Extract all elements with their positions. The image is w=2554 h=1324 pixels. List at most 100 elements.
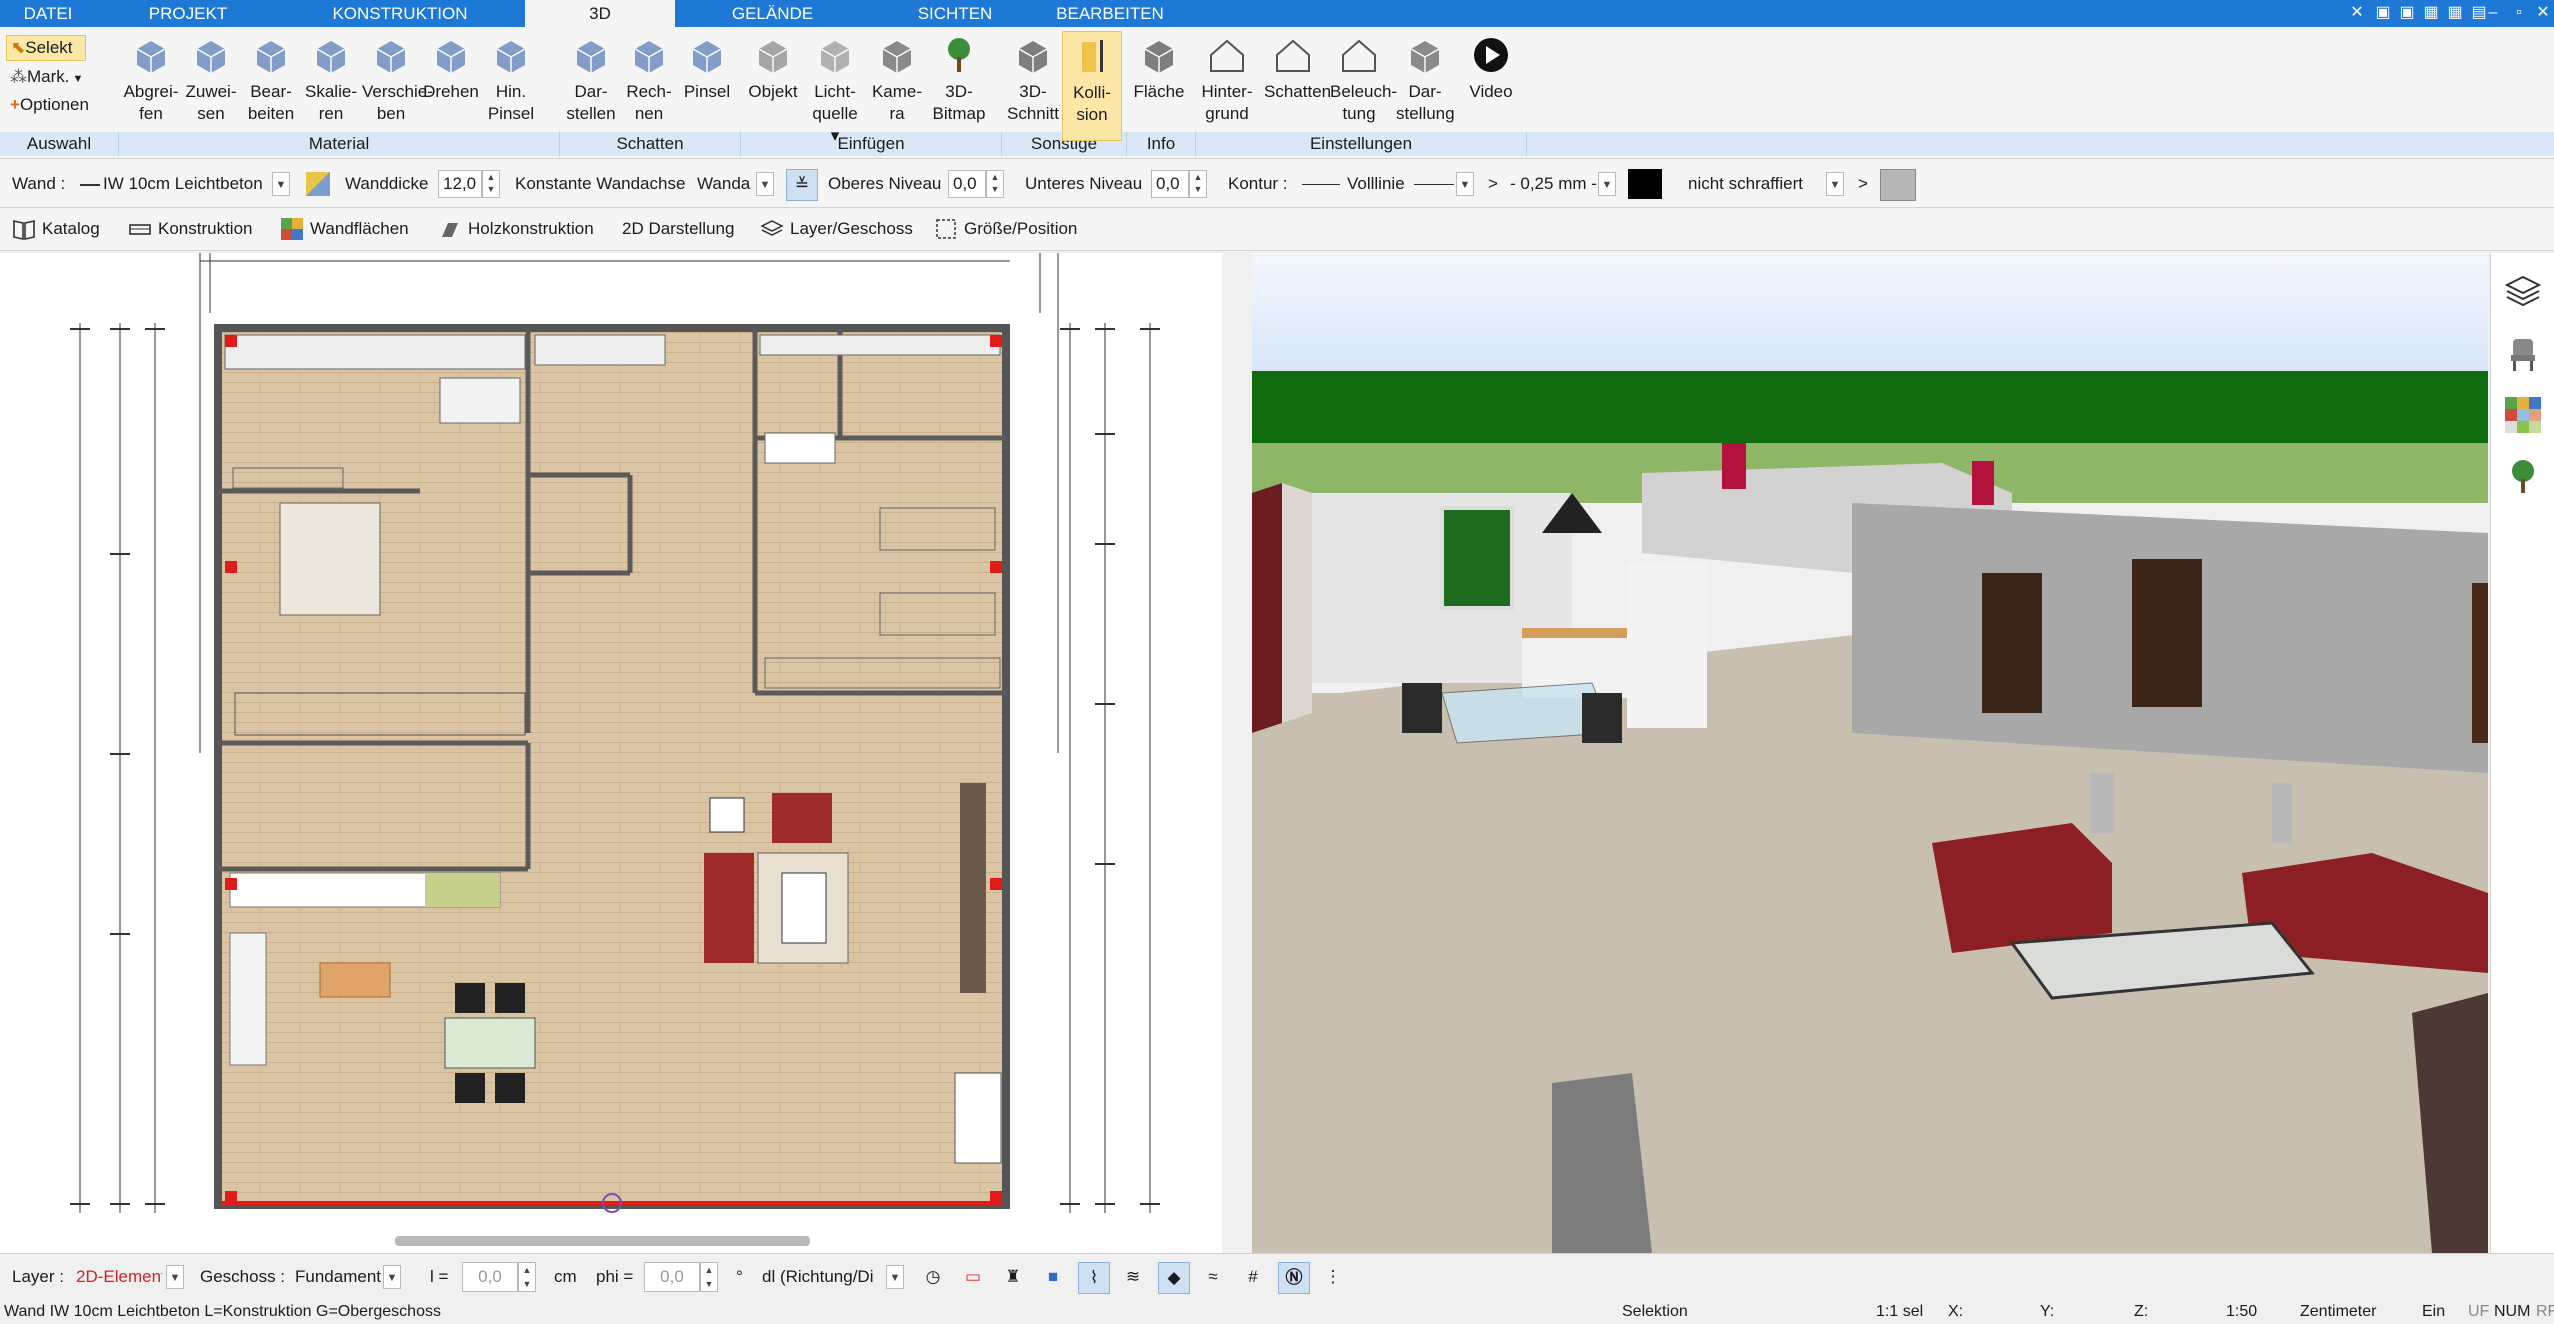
- tree-side-icon[interactable]: [2503, 457, 2543, 497]
- cube-icon[interactable]: ■: [1038, 1262, 1068, 1292]
- tab-2d-darstellung[interactable]: 2D Darstellung: [590, 214, 752, 244]
- status-num: NUM: [2494, 1303, 2531, 1320]
- wand-dropdown[interactable]: ▼: [272, 172, 290, 196]
- app-icon-2[interactable]: ▣: [2396, 2, 2418, 24]
- tab-projekt[interactable]: PROJEKT: [118, 0, 258, 27]
- ribbon-sonstige-button-0[interactable]: 3D- Schnitt: [1004, 31, 1062, 139]
- tab-bearbeiten[interactable]: BEARBEITEN: [1040, 0, 1180, 27]
- linie-next[interactable]: >: [1488, 174, 1498, 194]
- tab-gelaende[interactable]: GELÄNDE: [700, 0, 845, 27]
- ribbon-info-button-0[interactable]: Fläche: [1130, 31, 1188, 139]
- ribbon-einfuegen-button-1[interactable]: Licht-quelle ▾: [806, 31, 864, 145]
- tab-layer-geschoss[interactable]: Layer/Geschoss: [758, 214, 940, 244]
- l-spinner[interactable]: ▲ ▼: [518, 1262, 536, 1292]
- tab-datei[interactable]: DATEI: [0, 0, 96, 27]
- texture-icon[interactable]: ≈: [1198, 1262, 1228, 1292]
- ribbon-material-button-6[interactable]: Hin. Pinsel: [482, 31, 540, 139]
- schraffur-value[interactable]: nicht schraffiert: [1688, 174, 1803, 194]
- wall-axis-icon[interactable]: ≚: [786, 169, 818, 201]
- minimize-icon[interactable]: –: [2482, 2, 2504, 24]
- wanddicke-input[interactable]: 12,0: [438, 170, 482, 198]
- tools-icon[interactable]: ✕: [2346, 2, 2368, 24]
- more-icon[interactable]: ⋮: [1318, 1262, 1348, 1292]
- ribbon-schatten-button-1[interactable]: Rech-nen: [620, 31, 678, 139]
- line-style-icon-2: [1414, 184, 1454, 185]
- furniture-icon[interactable]: ♜: [998, 1262, 1028, 1292]
- phi-spinner[interactable]: ▲ ▼: [700, 1262, 718, 1292]
- ribbon-einstellungen-button-3[interactable]: Dar-stellung: [1396, 31, 1455, 139]
- hatch-icon[interactable]: ≋: [1118, 1262, 1148, 1292]
- clock-icon[interactable]: ◷: [918, 1262, 948, 1292]
- 3d-view[interactable]: [1252, 253, 2488, 1253]
- schraffur-dropdown[interactable]: ▼: [1826, 172, 1844, 196]
- mark-button[interactable]: ⁂Mark. ▼: [6, 65, 96, 89]
- tab-wandflaechen[interactable]: Wandflächen: [278, 214, 450, 244]
- ribbon-einstellungen-button-2[interactable]: Beleuch-tung: [1330, 31, 1397, 139]
- north-icon[interactable]: Ⓝ: [1278, 1262, 1310, 1294]
- app-icon-1[interactable]: ▣: [2372, 2, 2394, 24]
- color-swatch-gray[interactable]: [1880, 169, 1916, 201]
- wanddicke-spinner[interactable]: ▲ ▼: [482, 170, 500, 198]
- app-icon-3[interactable]: ▦: [2420, 2, 2442, 24]
- dl-value[interactable]: dl (Richtung/Di: [762, 1267, 887, 1287]
- ribbon-sonstige-button-1[interactable]: Kolli-sion: [1062, 31, 1122, 141]
- ribbon-einstellungen-button-4[interactable]: Video: [1462, 31, 1520, 139]
- ribbon-material-button-2[interactable]: Bear-beiten: [242, 31, 300, 139]
- tab-3d[interactable]: 3D: [525, 0, 675, 27]
- close-icon[interactable]: ✕: [2532, 2, 2554, 24]
- layer-value[interactable]: 2D-Elemente: [76, 1267, 162, 1287]
- wandachse-value[interactable]: Wandachse: [697, 174, 751, 194]
- oberes-niveau-input[interactable]: 0,0: [948, 170, 986, 198]
- tab-groesse-position[interactable]: Größe/Position: [932, 214, 1114, 244]
- monitor-icon[interactable]: ▭: [958, 1262, 988, 1292]
- chair-side-icon[interactable]: [2503, 333, 2543, 373]
- materials-side-icon[interactable]: [2503, 395, 2543, 435]
- options-button[interactable]: +Optionen: [6, 93, 116, 117]
- grid-icon[interactable]: #: [1238, 1262, 1268, 1292]
- plane-icon[interactable]: ◆: [1158, 1262, 1190, 1294]
- floor-plan-view[interactable]: [0, 253, 1237, 1253]
- ribbon-einfuegen-button-2[interactable]: Kame-ra: [868, 31, 926, 139]
- ribbon-material-button-4[interactable]: Verschie-ben: [362, 31, 433, 139]
- oberes-niveau-spinner[interactable]: ▲ ▼: [986, 170, 1004, 198]
- ribbon-material-button-3[interactable]: Skalie-ren: [302, 31, 360, 139]
- ribbon-einstellungen-button-0[interactable]: Hinter-grund: [1198, 31, 1256, 139]
- schraffur-next[interactable]: >: [1858, 174, 1868, 194]
- dl-dropdown[interactable]: ▼: [886, 1265, 904, 1289]
- ribbon-schatten-button-2[interactable]: Pinsel: [678, 31, 736, 139]
- edit-icon: [251, 35, 291, 75]
- floor-plan-canvas: [70, 253, 1237, 1246]
- tab-konstruktion[interactable]: KONSTRUKTION: [305, 0, 495, 27]
- ribbon-schatten-button-0[interactable]: Dar-stellen: [562, 31, 620, 139]
- phi-input[interactable]: 0,0: [644, 1262, 700, 1292]
- ribbon-material-button-5[interactable]: Drehen: [422, 31, 480, 139]
- tab-sichten[interactable]: SICHTEN: [885, 0, 1025, 27]
- ribbon-einfuegen-button-0[interactable]: Objekt: [744, 31, 802, 139]
- layer-dropdown[interactable]: ▼: [166, 1265, 184, 1289]
- ribbon-material-button-0[interactable]: Abgrei-fen: [122, 31, 180, 139]
- ribbon-einfuegen-button-3[interactable]: 3D- Bitmap: [930, 31, 988, 139]
- l-input[interactable]: 0,0: [462, 1262, 518, 1292]
- linie-dropdown[interactable]: ▼: [1456, 172, 1474, 196]
- stroke-dropdown[interactable]: ▼: [1598, 172, 1616, 196]
- material-swatch-icon[interactable]: [306, 172, 330, 196]
- layers-side-icon[interactable]: [2503, 271, 2543, 311]
- geschoss-value[interactable]: Fundament: [295, 1267, 381, 1287]
- ribbon-label-line1: Dar-: [574, 82, 608, 101]
- ribbon-einstellungen-button-1[interactable]: Schatten: [1264, 31, 1331, 139]
- color-swatch-black[interactable]: [1628, 169, 1662, 199]
- ribbon-label-line1: Kame-: [871, 82, 923, 101]
- unteres-niveau-spinner[interactable]: ▲ ▼: [1189, 170, 1207, 198]
- unteres-niveau-input[interactable]: 0,0: [1151, 170, 1189, 198]
- linie-value[interactable]: Volllinie: [1347, 174, 1405, 194]
- stroke-value[interactable]: - 0,25 mm -: [1510, 174, 1597, 194]
- terrain-icon[interactable]: ⌇: [1078, 1262, 1110, 1294]
- wandachse-dropdown[interactable]: ▼: [756, 172, 774, 196]
- help-icon[interactable]: [2444, 2, 2466, 24]
- select-button[interactable]: ⬉Selekt: [6, 35, 86, 61]
- maximize-icon[interactable]: ▫: [2508, 2, 2530, 24]
- geschoss-dropdown[interactable]: ▼: [383, 1265, 401, 1289]
- ribbon-material-button-1[interactable]: Zuwei-sen: [182, 31, 240, 139]
- wand-value[interactable]: IW 10cm Leichtbeton: [103, 174, 263, 194]
- tab-katalog[interactable]: Katalog: [10, 214, 142, 244]
